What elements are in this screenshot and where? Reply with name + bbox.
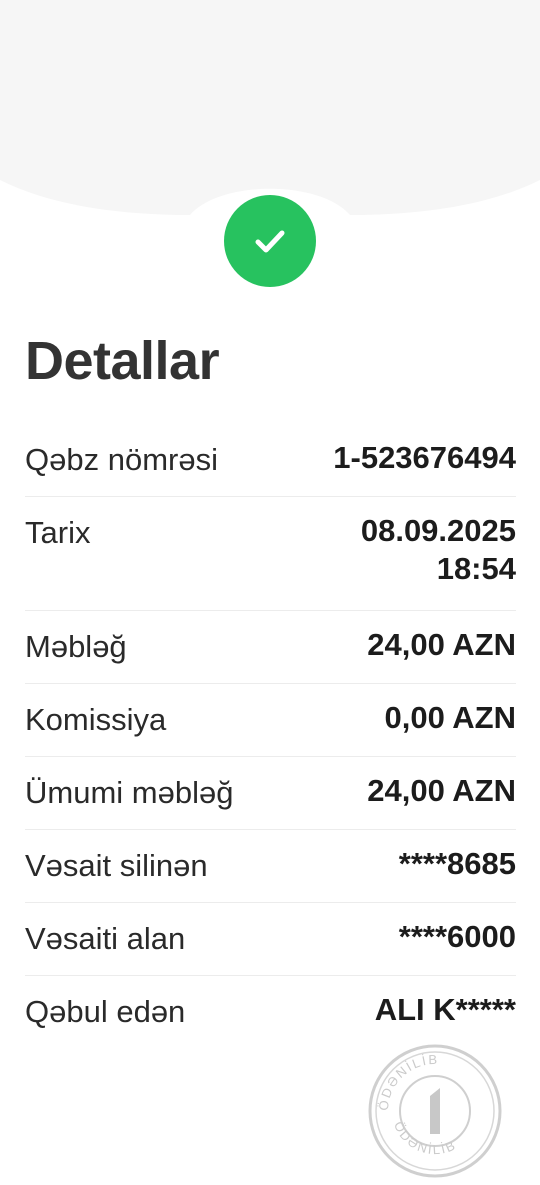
date-value-date: 08.09.2025 [360,513,516,548]
success-status-icon [224,195,316,287]
svg-text:ÖDƏNİLİB: ÖDƏNİLİB [391,1119,459,1157]
commission-label: Komissiya [25,702,167,737]
detail-row-receiver: Qəbul edən ALI K***** [25,976,516,1048]
details-list: Qəbz nömrəsi 1-523676494 Tarix 08.09.202… [25,424,516,1048]
date-value: 08.09.2025 18:54 [361,512,516,588]
svg-text:ÖDƏNİLİB: ÖDƏNİLİB [376,1052,440,1112]
page-title: Detallar [25,331,220,391]
recipient-card-label: Vəsaiti alan [25,921,186,956]
total-amount-value: 24,00 AZN [367,773,516,808]
receiver-label: Qəbul edən [25,994,186,1029]
detail-row-total-amount: Ümumi məbləğ 24,00 AZN [25,757,516,830]
source-card-value: ****8685 [398,846,516,881]
paid-stamp-icon: ÖDƏNİLİB ÖDƏNİLİB [368,1044,502,1178]
stamp-text-bottom: ÖDƏNİLİB [391,1119,457,1157]
date-label: Tarix [25,515,91,550]
detail-row-source-card: Vəsait silinən ****8685 [25,830,516,903]
amount-label: Məbləğ [25,629,127,664]
recipient-card-value: ****6000 [398,919,516,954]
detail-row-amount: Məbləğ 24,00 AZN [25,611,516,684]
paid-stamp: ÖDƏNİLİB ÖDƏNİLİB [366,1042,504,1180]
total-amount-label: Ümumi məbləğ [25,775,234,810]
detail-row-commission: Komissiya 0,00 AZN [25,684,516,757]
detail-row-recipient-card: Vəsaiti alan ****6000 [25,903,516,976]
detail-row-receipt-number: Qəbz nömrəsi 1-523676494 [25,424,516,497]
receipt-number-label: Qəbz nömrəsi [25,442,218,477]
receipt-number-value[interactable]: 1-523676494 [333,439,516,477]
amount-value: 24,00 AZN [367,627,516,662]
source-card-label: Vəsait silinən [25,848,208,883]
checkmark-icon [255,230,285,253]
receiver-value: ALI K***** [374,992,516,1027]
stamp-text-top: ÖDƏNİLİB [376,1052,438,1112]
detail-row-date: Tarix 08.09.2025 18:54 [25,497,516,611]
date-value-time: 18:54 [436,551,516,586]
commission-value: 0,00 AZN [384,700,516,735]
